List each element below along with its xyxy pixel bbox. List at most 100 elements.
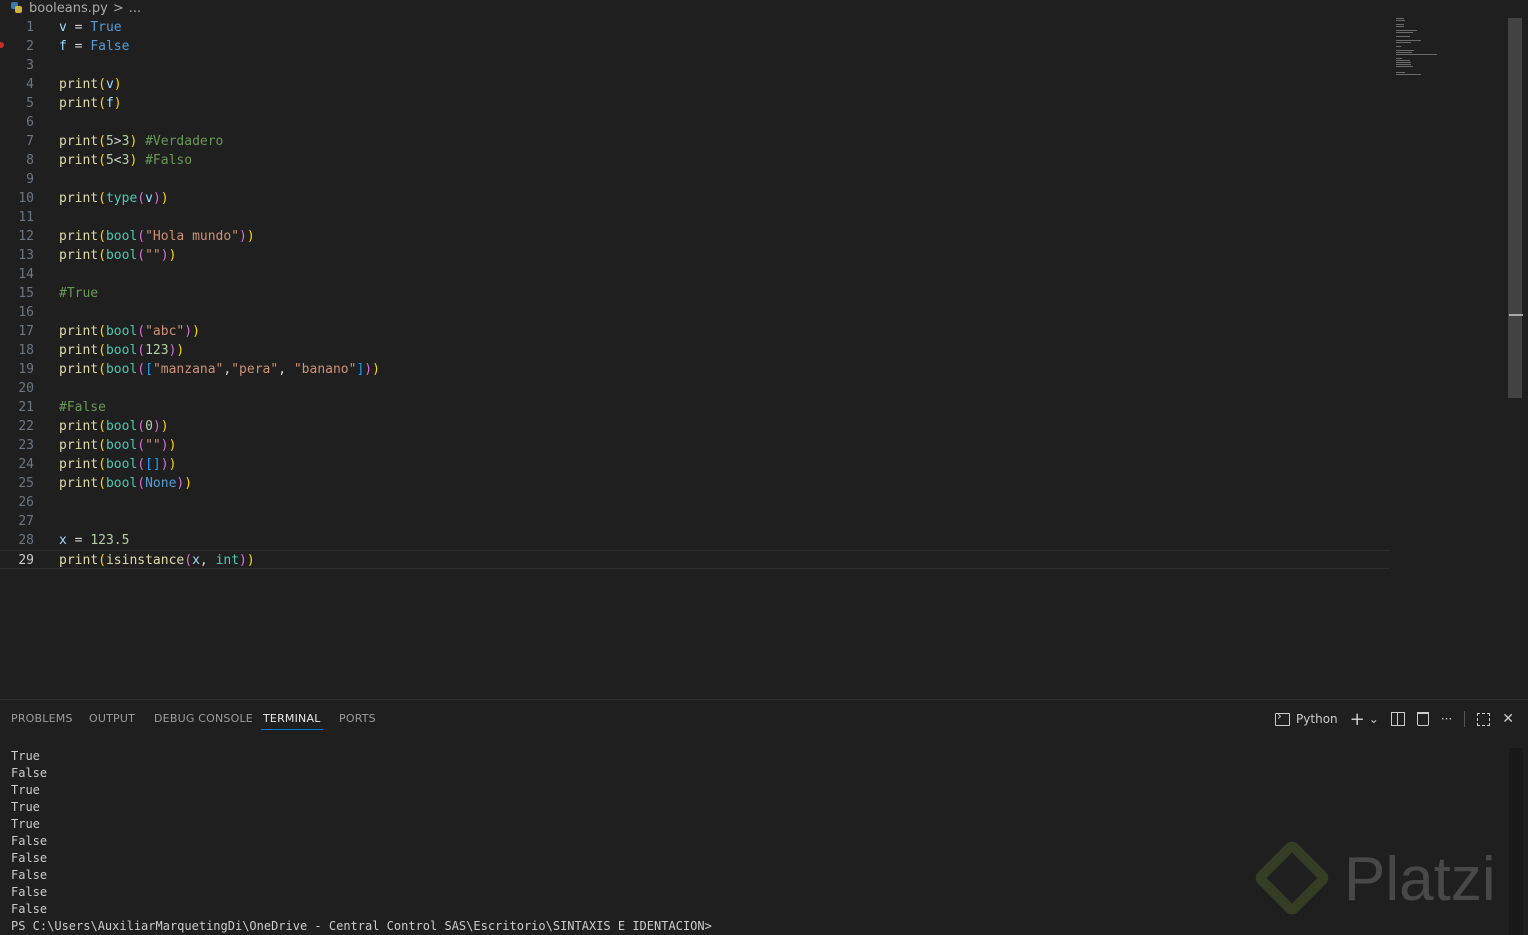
code-text[interactable]: print(f) [59,94,122,113]
code-line[interactable]: 11 [0,208,1390,227]
trash-icon [1416,712,1429,726]
code-text[interactable]: print(5<3) #Falso [59,151,192,170]
code-text[interactable]: print(bool(None)) [59,474,192,493]
minimap-line [1396,58,1402,59]
code-line[interactable]: 19 print(bool(["manzana","pera", "banano"… [0,360,1390,379]
code-editor[interactable]: 1v = True 2 f = False 3 4 print(v) 5 print(f) 6 7… [0,18,1508,698]
code-text[interactable]: print(bool("")) [59,436,176,455]
breadcrumb-more[interactable]: ... [129,1,141,16]
code-token: ( [98,153,106,168]
breadcrumb-file[interactable]: booleans.py [29,1,108,16]
code-line[interactable]: 27 [0,512,1390,531]
code-line[interactable]: 6 [0,113,1390,132]
more-actions-button[interactable]: ··· [1441,712,1452,726]
code-line[interactable]: 22 print(bool(0)) [0,417,1390,436]
new-terminal-button[interactable]: + [1350,709,1365,730]
tab-problems[interactable]: PROBLEMS [11,712,73,725]
code-text[interactable]: print(bool([])) [59,455,176,474]
code-line[interactable]: 1 v = True [0,18,1390,37]
breadcrumb-separator: > [112,0,124,16]
code-text[interactable]: print(bool(123)) [59,341,184,360]
code-line[interactable]: 12 print(bool("Hola mundo")) [0,227,1390,246]
code-line[interactable]: 9 [0,170,1390,189]
code-text[interactable]: #True [59,284,98,303]
line-number: 28 [18,533,34,548]
terminal-profile-button[interactable]: Python [1275,709,1338,726]
chevron-down-icon[interactable]: ⌄ [1369,712,1379,726]
code-line[interactable]: 16 [0,303,1390,322]
code-token: #True [59,286,99,301]
code-line[interactable]: 29 print(isinstance(x, int)) [0,550,1390,569]
code-line[interactable]: 3 [0,56,1390,75]
code-text[interactable]: x = 123.5 [59,531,129,550]
code-line[interactable]: 25 print(bool(None)) [0,474,1390,493]
code-token: bool [105,229,138,244]
code-token: 0 [145,419,153,434]
code-line[interactable]: 15 #True [0,284,1390,303]
code-token: None [145,476,177,491]
tab-output[interactable]: OUTPUT [89,712,135,725]
code-line[interactable]: 8 print(5<3) #Falso [0,151,1390,170]
code-text[interactable]: print(type(v)) [59,189,169,208]
python-file-icon [11,2,23,14]
code-token: "" [145,438,161,453]
code-text[interactable]: print(bool("Hola mundo")) [59,227,255,246]
tab-terminal[interactable]: TERMINAL [261,712,323,730]
code-text[interactable]: print(5>3) #Verdadero [59,132,223,151]
code-text[interactable]: #False [59,398,106,417]
code-text[interactable]: print(bool(0)) [59,417,169,436]
code-token: ) [184,476,193,491]
code-line[interactable]: 24 print(bool([])) [0,455,1390,474]
code-line[interactable]: 28 x = 123.5 [0,531,1390,550]
code-line[interactable]: 21 #False [0,398,1390,417]
code-token: ( [98,324,106,339]
tab-ports[interactable]: PORTS [339,712,376,725]
minimap-line [1396,74,1421,75]
code-token: f [59,39,67,54]
code-line[interactable]: 4 print(v) [0,75,1390,94]
code-line[interactable]: 14 [0,265,1390,284]
code-line[interactable]: 20 [0,379,1390,398]
line-number: 12 [18,229,34,244]
code-token: = [66,533,91,548]
code-line[interactable]: 10 print(type(v)) [0,189,1390,208]
kill-terminal-button[interactable] [1416,712,1429,726]
minimap[interactable] [1396,18,1456,80]
line-number: 11 [18,210,34,225]
code-token: ) [160,419,169,434]
line-number: 8 [26,153,34,168]
code-text[interactable]: print(bool("abc")) [59,322,200,341]
close-panel-button[interactable]: ✕ [1502,711,1514,727]
code-token: ( [98,229,106,244]
code-line[interactable]: 26 [0,493,1390,512]
code-token: ) [246,229,255,244]
code-line[interactable]: 5 print(f) [0,94,1390,113]
tab-debug-console[interactable]: DEBUG CONSOLE [154,712,253,725]
editor-scrollbar[interactable] [1508,18,1522,398]
code-token: , [199,553,216,568]
code-line[interactable]: 18 print(bool(123)) [0,341,1390,360]
code-token: ) [113,96,122,111]
code-token: print [59,229,99,244]
line-number: 14 [18,267,34,282]
code-line[interactable]: 17 print(bool("abc")) [0,322,1390,341]
minimap-line [1396,60,1410,61]
code-line[interactable]: 13 print(bool("")) [0,246,1390,265]
platzi-watermark: Platzi [1252,838,1518,928]
code-token: , [278,362,294,377]
code-text[interactable]: print(isinstance(x, int)) [59,551,255,570]
code-line[interactable]: 2 f = False [0,37,1390,56]
code-line[interactable]: 7 print(5>3) #Verdadero [0,132,1390,151]
code-text[interactable]: v = True [59,18,122,37]
code-token: ( [137,438,146,453]
code-text[interactable]: print(v) [59,75,122,94]
code-text[interactable]: print(bool(["manzana","pera", "banano"])… [59,360,380,379]
scrollbar-cursor-marker [1509,314,1523,316]
code-text[interactable]: print(bool("")) [59,246,176,265]
code-token: print [59,438,99,453]
line-number: 3 [26,58,34,73]
maximize-panel-button[interactable] [1477,712,1491,726]
split-terminal-button[interactable] [1390,712,1405,726]
code-text[interactable]: f = False [59,37,129,56]
code-line[interactable]: 23 print(bool("")) [0,436,1390,455]
